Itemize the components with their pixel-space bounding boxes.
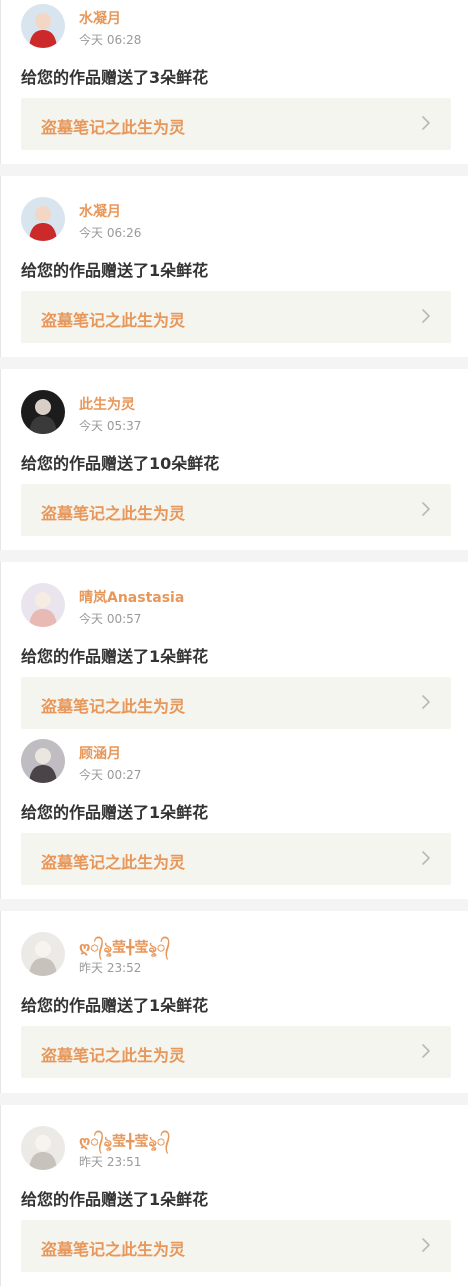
gift-message: 给您的作品赠送了1朵鲜花 [21,996,209,1015]
book-link[interactable]: 盗墓笔记之此生为灵 [21,484,451,536]
chevron-right-icon [421,850,431,866]
notification-card: 水凝月 今天 06:26 给您的作品赠送了1朵鲜花 盗墓笔记之此生为灵 [0,176,468,357]
book-title: 盗墓笔记之此生为灵 [41,697,186,716]
notification-card: 晴岚Anastasia 今天 00:57 给您的作品赠送了1朵鲜花 盗墓笔记之此… [0,562,468,735]
book-link[interactable]: 盗墓笔记之此生为灵 [21,677,451,729]
avatar-pastel-girl-icon[interactable] [21,583,65,627]
notification-card: ღ᭄ৡ莹╋莹ৡ᭄ 昨天 23:51 给您的作品赠送了1朵鲜花 盗墓笔记之此生为灵 [0,1105,468,1286]
timestamp: 今天 06:26 [79,226,142,240]
timestamp: 今天 05:37 [79,419,142,433]
book-title: 盗墓笔记之此生为灵 [41,1046,186,1065]
notification-card: 水凝月 今天 06:28 给您的作品赠送了3朵鲜花 盗墓笔记之此生为灵 [0,0,468,164]
book-link[interactable]: 盗墓笔记之此生为灵 [21,291,451,343]
sender-name[interactable]: 水凝月 [79,201,121,221]
book-link[interactable]: 盗墓笔记之此生为灵 [21,98,451,150]
avatar-dark-portrait-icon[interactable] [21,390,65,434]
gift-message: 给您的作品赠送了1朵鲜花 [21,261,209,280]
avatar-red-dress-icon[interactable] [21,197,65,241]
chevron-right-icon [421,501,431,517]
timestamp: 昨天 23:51 [79,1155,142,1169]
book-title: 盗墓笔记之此生为灵 [41,311,186,330]
book-title: 盗墓笔记之此生为灵 [41,504,186,523]
book-title: 盗墓笔记之此生为灵 [41,118,186,137]
timestamp: 今天 06:28 [79,33,142,47]
chevron-right-icon [421,308,431,324]
avatar-red-dress-icon[interactable] [21,4,65,48]
sender-name[interactable]: 水凝月 [79,8,121,28]
chevron-right-icon [421,115,431,131]
notification-card: 顾涵月 今天 00:27 给您的作品赠送了1朵鲜花 盗墓笔记之此生为灵 [0,735,468,899]
timestamp: 今天 00:57 [79,612,142,626]
chevron-right-icon [421,1237,431,1253]
notification-card: 此生为灵 今天 05:37 给您的作品赠送了10朵鲜花 盗墓笔记之此生为灵 [0,369,468,550]
book-link[interactable]: 盗墓笔记之此生为灵 [21,1026,451,1078]
sender-name[interactable]: 顾涵月 [79,743,121,763]
book-link[interactable]: 盗墓笔记之此生为灵 [21,1220,451,1272]
avatar-light-sketch-icon[interactable] [21,932,65,976]
timestamp: 昨天 23:52 [79,961,142,975]
chevron-right-icon [421,1043,431,1059]
sender-name[interactable]: 晴岚Anastasia [79,587,184,607]
gift-message: 给您的作品赠送了1朵鲜花 [21,647,209,666]
notification-card: ღ᭄ৡ莹╋莹ৡ᭄ 昨天 23:52 给您的作品赠送了1朵鲜花 盗墓笔记之此生为灵 [0,911,468,1093]
gift-message: 给您的作品赠送了10朵鲜花 [21,454,220,473]
gift-message: 给您的作品赠送了1朵鲜花 [21,1190,209,1209]
chevron-right-icon [421,694,431,710]
book-link[interactable]: 盗墓笔记之此生为灵 [21,833,451,885]
book-title: 盗墓笔记之此生为灵 [41,853,186,872]
gift-notification-feed: 水凝月 今天 06:28 给您的作品赠送了3朵鲜花 盗墓笔记之此生为灵 水凝月 … [0,0,468,1286]
book-title: 盗墓笔记之此生为灵 [41,1240,186,1259]
gift-message: 给您的作品赠送了1朵鲜花 [21,803,209,822]
sender-name[interactable]: 此生为灵 [79,394,135,414]
gift-message: 给您的作品赠送了3朵鲜花 [21,68,209,87]
avatar-gray-portrait-icon[interactable] [21,739,65,783]
avatar-light-sketch-icon[interactable] [21,1126,65,1170]
timestamp: 今天 00:27 [79,768,142,782]
